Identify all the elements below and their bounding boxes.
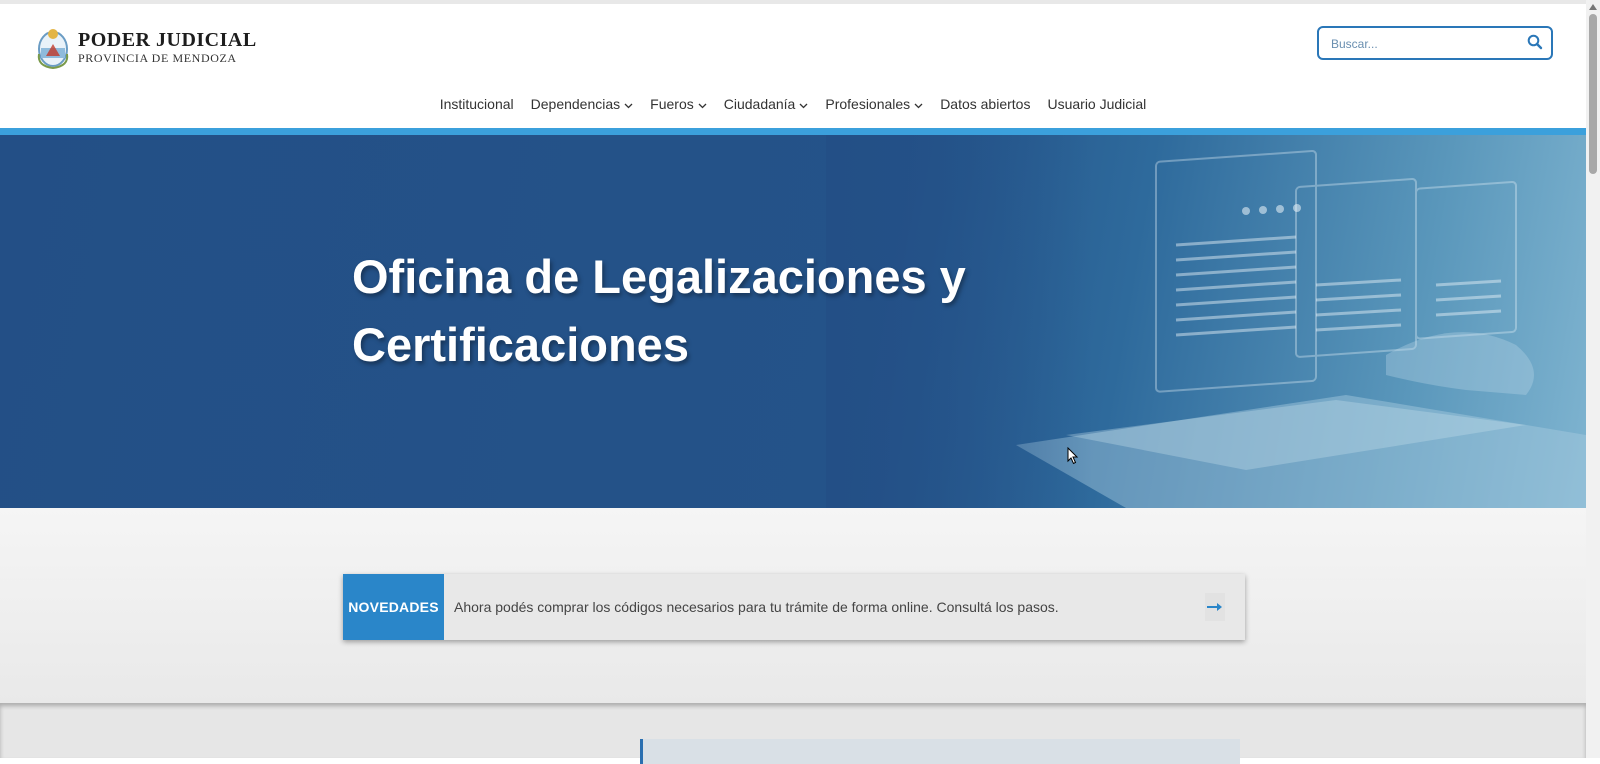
page-title-line2: Certificaciones bbox=[352, 318, 689, 371]
logo-subtitle: PROVINCIA DE MENDOZA bbox=[78, 51, 237, 65]
chevron-down-icon bbox=[914, 96, 923, 112]
news-label: NOVEDADES bbox=[343, 574, 444, 640]
content-section: NOVEDADES Ahora podés comprar los código… bbox=[0, 508, 1586, 703]
search-icon[interactable] bbox=[1527, 34, 1543, 55]
chevron-down-icon bbox=[799, 96, 808, 112]
nav-item-ciudadania[interactable]: Ciudadanía bbox=[724, 96, 809, 112]
nav-item-label: Profesionales bbox=[825, 96, 911, 112]
arrow-right-icon[interactable] bbox=[1205, 593, 1225, 621]
nav-item-label: Fueros bbox=[650, 96, 694, 112]
chevron-down-icon bbox=[698, 96, 707, 112]
site-logo[interactable]: PODER JUDICIAL PROVINCIA DE MENDOZA bbox=[36, 24, 257, 70]
nav-item-label: Datos abiertos bbox=[940, 96, 1031, 112]
nav-item-label: Usuario Judicial bbox=[1047, 96, 1147, 112]
content-card bbox=[640, 739, 1240, 764]
logo-title: PODER JUDICIAL bbox=[78, 29, 257, 51]
site-header: PODER JUDICIAL PROVINCIA DE MENDOZA Inst… bbox=[0, 4, 1586, 128]
nav-item-usuario-judicial[interactable]: Usuario Judicial bbox=[1047, 96, 1146, 112]
nav-item-dependencias[interactable]: Dependencias bbox=[531, 96, 634, 112]
next-section bbox=[0, 703, 1586, 764]
accent-bar bbox=[0, 128, 1586, 135]
chevron-down-icon bbox=[624, 96, 633, 112]
news-banner[interactable]: NOVEDADES Ahora podés comprar los código… bbox=[343, 574, 1245, 640]
nav-item-profesionales[interactable]: Profesionales bbox=[825, 96, 923, 112]
page-scrollbar[interactable] bbox=[1586, 0, 1600, 758]
nav-item-label: Ciudadanía bbox=[723, 96, 796, 112]
nav-item-datos-abiertos[interactable]: Datos abiertos bbox=[940, 96, 1030, 112]
nav-item-label: Institucional bbox=[439, 96, 514, 112]
mouse-cursor-icon bbox=[1067, 447, 1079, 465]
nav-item-label: Dependencias bbox=[530, 96, 621, 112]
main-nav: Institucional Dependencias Fueros Ciudad… bbox=[0, 96, 1586, 112]
page-title-line1: Oficina de Legalizaciones y bbox=[352, 250, 966, 303]
search-box bbox=[1317, 26, 1553, 60]
nav-item-fueros[interactable]: Fueros bbox=[650, 96, 707, 112]
scroll-up-icon[interactable] bbox=[1589, 4, 1597, 10]
hero-banner: Oficina de Legalizaciones y Certificacio… bbox=[0, 135, 1586, 508]
coat-of-arms-icon bbox=[37, 29, 69, 70]
page-title: Oficina de Legalizaciones y Certificacio… bbox=[352, 243, 1052, 379]
news-text: Ahora podés comprar los códigos necesari… bbox=[454, 599, 1059, 615]
scroll-thumb[interactable] bbox=[1589, 14, 1597, 174]
search-input[interactable] bbox=[1329, 33, 1523, 55]
nav-item-institucional[interactable]: Institucional bbox=[440, 96, 514, 112]
